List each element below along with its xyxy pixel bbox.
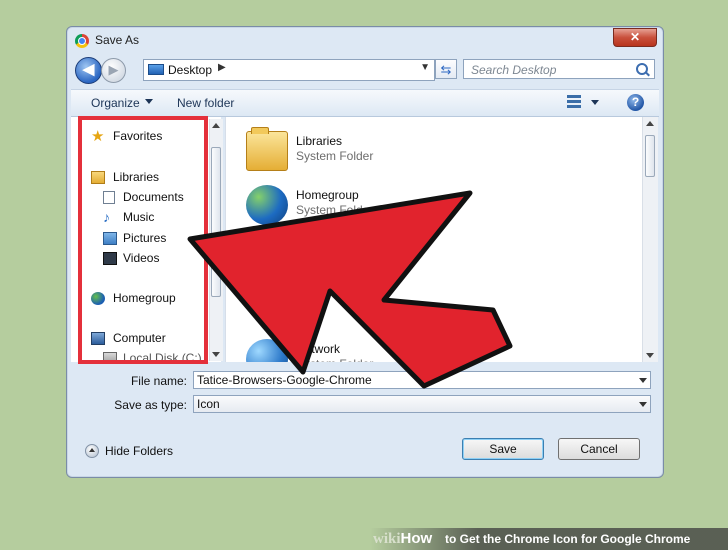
chrome-icon <box>75 34 89 48</box>
save-button[interactable]: Save <box>462 438 544 460</box>
file-type: System Folder <box>296 357 373 362</box>
article-title: to Get the Chrome Icon for Google Chrome <box>445 532 691 546</box>
file-name: Computer <box>296 256 349 270</box>
list-item[interactable]: Libraries System Folder <box>246 127 506 171</box>
search-icon[interactable] <box>636 63 648 75</box>
file-name-field[interactable]: Tatice-Browsers-Google-Chrome <box>193 371 651 389</box>
list-item[interactable]: Computer System Folder <box>246 253 506 293</box>
network-icon <box>246 339 288 362</box>
help-icon[interactable]: ? <box>627 94 644 111</box>
address-dropdown-icon[interactable]: ▼ <box>420 62 430 73</box>
collapse-up-icon <box>85 444 99 458</box>
file-name: Network <box>296 342 341 356</box>
new-folder-button[interactable]: New folder <box>177 96 234 110</box>
command-toolbar: Organize New folder ? <box>71 89 659 117</box>
hide-folders-label: Hide Folders <box>105 444 174 458</box>
navigation-scrollbar[interactable] <box>209 119 223 361</box>
change-view-icon[interactable] <box>567 95 581 109</box>
file-type: System Folder <box>296 149 374 163</box>
file-list-scrollbar[interactable] <box>642 117 658 362</box>
back-button[interactable]: ◀ <box>75 57 102 84</box>
organize-button[interactable]: Organize <box>91 96 140 110</box>
breadcrumb-arrow-icon[interactable]: ▶ <box>218 62 226 73</box>
save-type-dropdown-icon[interactable] <box>639 402 647 407</box>
save-type-value: Icon <box>197 397 220 411</box>
hide-folders-button[interactable]: Hide Folders <box>85 443 185 461</box>
highlight-box <box>78 116 208 364</box>
file-type: System Folder <box>296 203 374 217</box>
list-item[interactable]: Network System Folder <box>246 339 506 362</box>
homegroup-icon <box>246 185 288 225</box>
address-bar[interactable]: Desktop ▶ ▼ <box>143 59 435 81</box>
desktop-icon <box>148 64 164 75</box>
list-item[interactable]: Homegroup System Folder <box>246 185 506 225</box>
file-name: Libraries <box>296 134 343 148</box>
file-name-value: Tatice-Browsers-Google-Chrome <box>197 373 372 387</box>
close-button[interactable]: ✕ <box>613 28 657 47</box>
how-text: How <box>400 530 433 547</box>
organize-caret-icon[interactable] <box>145 99 153 104</box>
save-type-label: Save as type: <box>114 398 187 412</box>
cancel-button[interactable]: Cancel <box>558 438 640 460</box>
scroll-up-icon[interactable] <box>646 121 654 126</box>
scroll-down-icon[interactable] <box>646 353 654 358</box>
watermark-bar: wikiHow to Get the Chrome Icon for Googl… <box>0 528 728 550</box>
title-bar[interactable]: Save As ✕ <box>67 27 663 53</box>
file-name-dropdown-icon[interactable] <box>639 378 647 383</box>
view-options-caret-icon[interactable] <box>591 100 599 105</box>
file-list: Libraries System Folder Homegroup System… <box>225 117 658 362</box>
refresh-button[interactable]: ⇆ <box>435 59 457 79</box>
wikihow-logo: wikiHow <box>373 530 432 548</box>
save-as-dialog: Save As ✕ ◀ ▶ Desktop ▶ ▼ ⇆ Search Deskt… <box>66 26 664 478</box>
address-location[interactable]: Desktop <box>168 63 212 77</box>
search-input[interactable]: Search Desktop <box>463 59 655 79</box>
scroll-down-icon[interactable] <box>212 352 220 357</box>
computer-icon <box>246 253 288 293</box>
dialog-footer: Hide Folders Save Cancel <box>67 432 663 476</box>
file-name-label: File name: <box>130 374 187 388</box>
scroll-up-icon[interactable] <box>212 123 220 128</box>
file-type: System Folder <box>296 271 374 285</box>
navigation-row: ◀ ▶ Desktop ▶ ▼ ⇆ Search Desktop <box>73 57 657 84</box>
scrollbar-thumb[interactable] <box>645 135 655 177</box>
wiki-text: wiki <box>373 531 401 547</box>
dialog-title: Save As <box>95 33 140 47</box>
search-placeholder: Search Desktop <box>471 63 557 77</box>
scrollbar-thumb[interactable] <box>211 147 221 297</box>
forward-button[interactable]: ▶ <box>101 58 126 83</box>
file-name: Homegroup <box>296 188 359 202</box>
libraries-folder-icon <box>246 127 288 171</box>
save-form: File name: Tatice-Browsers-Google-Chrome… <box>67 367 663 423</box>
save-type-select[interactable]: Icon <box>193 395 651 413</box>
